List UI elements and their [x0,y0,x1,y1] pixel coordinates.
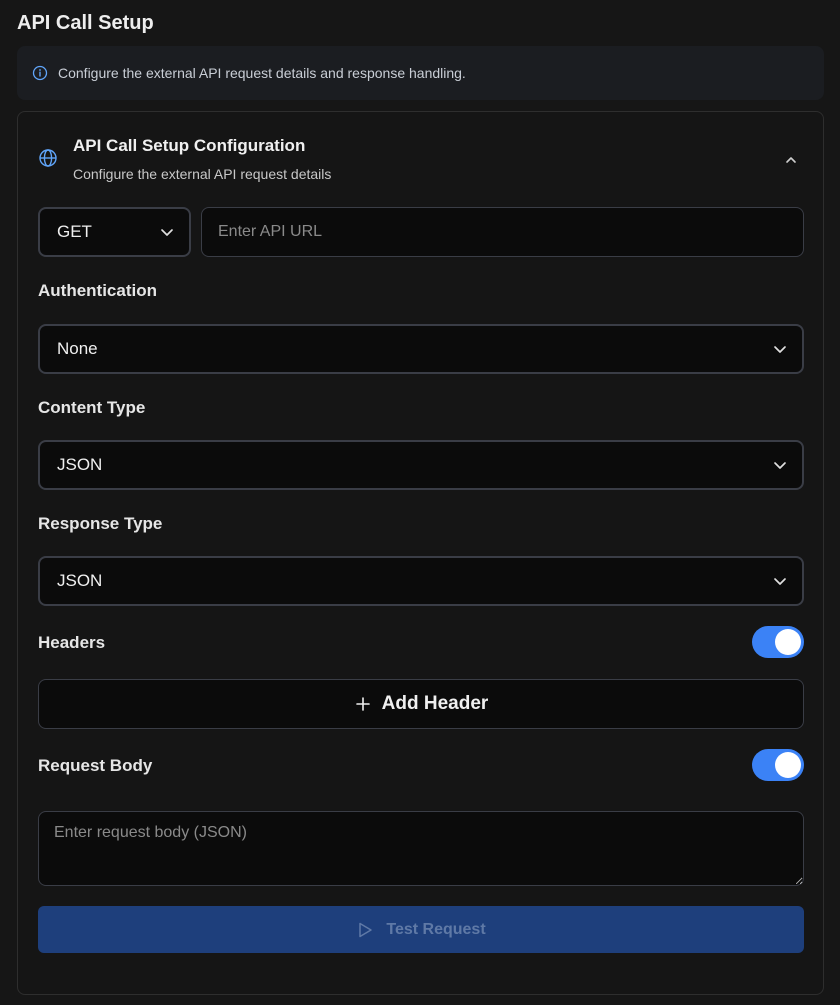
plus-icon [354,695,372,713]
collapse-button[interactable] [779,148,803,172]
request-body-label: Request Body [38,756,153,775]
add-header-label: Add Header [381,693,489,714]
play-icon [356,921,374,939]
info-banner: Configure the external API request detai… [17,46,824,100]
card-subtitle: Configure the external API request detai… [73,166,332,182]
method-value: GET [57,222,92,241]
response-type-value: JSON [57,571,103,590]
method-select[interactable]: GET [38,207,191,257]
chevron-down-icon [772,457,788,473]
test-request-label: Test Request [386,920,486,938]
content-type-select[interactable]: JSON [38,440,804,490]
authentication-value: None [57,339,98,358]
test-request-button[interactable]: Test Request [38,906,804,953]
request-body-toggle[interactable] [752,749,804,781]
chevron-down-icon [772,573,788,589]
card-header[interactable]: API Call Setup Configuration Configure t… [38,134,803,188]
info-text: Configure the external API request detai… [58,65,466,81]
authentication-select[interactable]: None [38,324,804,374]
chevron-up-icon [784,153,798,167]
globe-icon [38,148,58,168]
content-type-value: JSON [57,455,103,474]
info-icon [32,65,48,81]
authentication-label: Authentication [38,281,157,300]
api-config-card: API Call Setup Configuration Configure t… [17,111,824,995]
add-header-button[interactable]: Add Header [38,679,804,729]
chevron-down-icon [159,224,175,240]
card-title: API Call Setup Configuration [73,136,306,155]
chevron-down-icon [772,341,788,357]
toggle-knob [775,752,801,778]
content-type-label: Content Type [38,398,146,417]
headers-toggle[interactable] [752,626,804,658]
toggle-knob [775,629,801,655]
response-type-select[interactable]: JSON [38,556,804,606]
url-input[interactable] [201,207,804,257]
request-body-textarea[interactable] [38,811,804,886]
response-type-label: Response Type [38,514,163,533]
page-title: API Call Setup [17,12,154,34]
headers-label: Headers [38,633,106,652]
